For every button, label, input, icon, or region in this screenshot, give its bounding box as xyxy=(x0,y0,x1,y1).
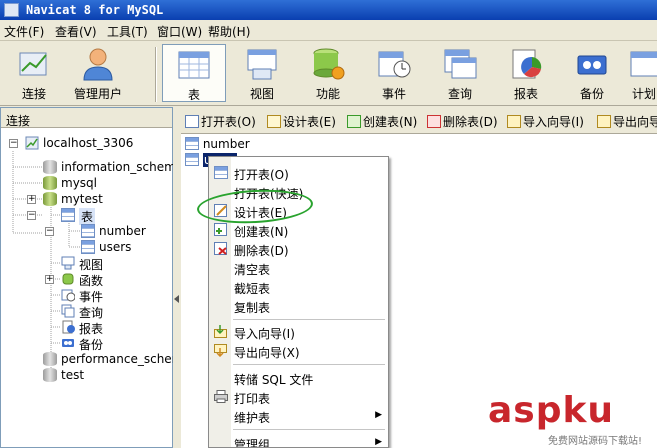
menu-view[interactable]: 查看(V) xyxy=(55,23,97,40)
expand-toggle[interactable]: + xyxy=(45,275,54,284)
chevron-right-icon: ▶ xyxy=(375,410,382,420)
open-table-icon xyxy=(214,166,228,179)
table-icon xyxy=(185,137,199,150)
report-icon xyxy=(61,320,75,334)
menu-item-truncate-table[interactable]: 截短表 xyxy=(209,277,388,296)
toolbar-separator xyxy=(155,47,157,102)
new-table-button[interactable]: 创建表(N) xyxy=(347,113,417,130)
toolbar-events-button[interactable]: 事件 xyxy=(362,47,426,103)
menu-item-empty-table[interactable]: 清空表 xyxy=(209,258,388,277)
function-icon xyxy=(310,47,346,81)
menu-help[interactable]: 帮助(H) xyxy=(208,23,250,40)
menu-item-dump-sql[interactable]: 转储 SQL 文件 xyxy=(209,368,388,387)
window-title: Navicat 8 for MySQL xyxy=(26,3,164,17)
menu-item-import-wizard[interactable]: 导入向导(I) xyxy=(209,322,388,341)
export-icon xyxy=(214,344,228,358)
database-icon xyxy=(43,368,57,382)
chevron-left-icon xyxy=(174,295,179,303)
table-icon xyxy=(81,224,95,238)
menu-item-manage-group[interactable]: 管理组 ▶ xyxy=(209,433,388,447)
menu-window[interactable]: 窗口(W) xyxy=(157,23,202,40)
connection-tree: − localhost_3306 information_schema + my… xyxy=(1,129,191,447)
app-icon xyxy=(4,3,19,17)
chevron-right-icon: ▶ xyxy=(375,437,382,447)
database-icon xyxy=(43,192,57,206)
table-item-number[interactable]: number xyxy=(185,137,250,151)
watermark: aspku 免费网站源码下载站! xyxy=(488,390,657,448)
toolbar-connect-button[interactable]: 连接 xyxy=(2,47,66,103)
design-table-icon xyxy=(267,115,281,128)
watermark-logo: aspku xyxy=(488,390,615,431)
toolbar-queries-button[interactable]: 查询 xyxy=(428,47,492,103)
import-icon xyxy=(507,115,521,128)
menu-item-maintain-table[interactable]: 维护表 ▶ xyxy=(209,406,388,425)
toolbar-functions-button[interactable]: 功能 xyxy=(296,47,360,103)
schedule-icon xyxy=(628,47,657,81)
delete-table-icon xyxy=(214,242,228,255)
watermark-tagline: 免费网站源码下载站! xyxy=(548,436,643,447)
menu-item-print-table[interactable]: 打印表 xyxy=(209,387,388,406)
import-wizard-button[interactable]: 导入向导(I) xyxy=(507,113,584,130)
database-icon xyxy=(43,160,57,174)
printer-icon xyxy=(214,390,228,403)
toolbar-reports-button[interactable]: 报表 xyxy=(494,47,558,103)
menu-separator xyxy=(233,429,385,430)
event-icon xyxy=(376,47,412,81)
user-icon xyxy=(80,47,116,81)
panel-splitter[interactable] xyxy=(173,107,181,448)
backup-icon xyxy=(574,47,610,81)
menu-bar: 文件(F) 查看(V) 工具(T) 窗口(W) 帮助(H) xyxy=(0,20,657,41)
query-icon xyxy=(61,304,75,318)
backup-icon xyxy=(61,336,75,350)
query-icon xyxy=(442,47,478,81)
toolbar-tables-button[interactable]: 表 xyxy=(162,44,226,102)
open-table-button[interactable]: 打开表(O) xyxy=(185,113,256,130)
delete-table-icon xyxy=(427,115,441,128)
menu-item-open-table[interactable]: 打开表(O) xyxy=(209,163,388,182)
title-bar: Navicat 8 for MySQL xyxy=(0,0,657,20)
object-toolbar: 打开表(O) 设计表(E) 创建表(N) 删除表(D) 导入向导(I) 导出向导… xyxy=(181,107,657,134)
open-table-icon xyxy=(185,115,199,128)
export-wizard-button[interactable]: 导出向导(X) xyxy=(597,113,657,130)
new-table-icon xyxy=(347,115,361,128)
import-icon xyxy=(214,325,228,338)
toolbar-backup-button[interactable]: 备份 xyxy=(560,47,624,103)
connect-icon xyxy=(16,47,52,81)
menu-item-duplicate-table[interactable]: 复制表 xyxy=(209,296,388,315)
table-icon xyxy=(185,153,199,166)
view-icon xyxy=(61,256,75,270)
connection-panel-header: 连接 xyxy=(1,108,172,128)
menu-item-delete-table[interactable]: 删除表(D) xyxy=(209,239,388,258)
report-icon xyxy=(508,47,544,81)
export-icon xyxy=(597,115,611,128)
toolbar-schedule-button[interactable]: 计划 xyxy=(622,47,657,103)
design-table-button[interactable]: 设计表(E) xyxy=(267,113,336,130)
toolbar-users-button[interactable]: 管理用户 xyxy=(66,47,130,103)
table-icon xyxy=(81,240,95,254)
connection-panel: 连接 − localhost_3306 information_schema +… xyxy=(0,107,191,448)
menu-file[interactable]: 文件(F) xyxy=(4,23,44,40)
connection-icon xyxy=(25,136,39,150)
table-icon xyxy=(176,48,212,82)
main-toolbar: 连接 管理用户 表 视图 功能 事件 查询 报表 备份 计划 xyxy=(0,41,657,106)
menu-separator xyxy=(233,364,385,365)
expand-toggle[interactable]: + xyxy=(27,195,36,204)
database-icon xyxy=(43,176,57,190)
toolbar-views-button[interactable]: 视图 xyxy=(230,47,294,103)
collapse-toggle[interactable]: − xyxy=(27,211,36,220)
table-icon xyxy=(61,208,75,222)
menu-separator xyxy=(233,319,385,320)
new-table-icon xyxy=(214,223,228,236)
delete-table-button[interactable]: 删除表(D) xyxy=(427,113,498,130)
view-icon xyxy=(244,47,280,81)
collapse-toggle[interactable]: − xyxy=(45,227,54,236)
function-icon xyxy=(61,272,75,286)
database-icon xyxy=(43,352,57,366)
collapse-toggle[interactable]: − xyxy=(9,139,18,148)
event-icon xyxy=(61,288,76,302)
menu-item-export-wizard[interactable]: 导出向导(X) xyxy=(209,341,388,360)
menu-tools[interactable]: 工具(T) xyxy=(107,23,148,40)
